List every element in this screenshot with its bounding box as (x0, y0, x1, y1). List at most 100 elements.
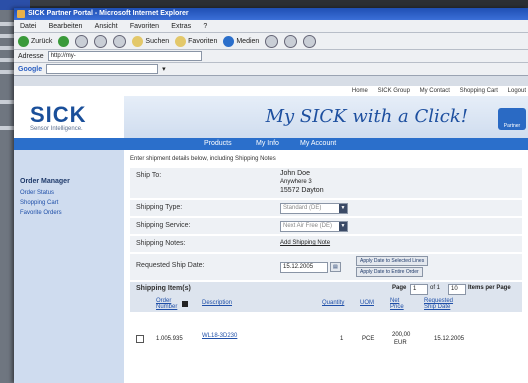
main-navbar: Products My Info My Account (14, 138, 528, 150)
google-search-icon[interactable]: ▾ (162, 65, 166, 73)
shipping-type-label: Shipping Type: (136, 204, 183, 211)
requested-date-label: Requested Ship Date: (136, 262, 205, 269)
chevron-down-icon: ▼ (339, 222, 347, 231)
col-net-price[interactable]: Net Price (390, 298, 408, 310)
sidebar-item-order-status[interactable]: Order Status (20, 190, 54, 196)
logo-area: SICK Sensor Intelligence. (14, 86, 124, 138)
window-title: SICK Partner Portal - Microsoft Internet… (28, 10, 189, 17)
search-icon (132, 35, 144, 47)
col-uom[interactable]: UOM (360, 300, 374, 306)
calendar-button[interactable]: ▤ (330, 262, 341, 272)
browser-window: SICK Partner Portal - Microsoft Internet… (14, 8, 528, 383)
star-icon (175, 35, 187, 47)
menu-item-datei[interactable]: Datei (20, 23, 36, 30)
toplink-sick-group[interactable]: SICK Group (378, 88, 410, 94)
sidebar: Order Manager Order Status Shopping Cart… (14, 150, 124, 383)
shipping-notes-row: Shipping Notes: Add Shipping Note (130, 236, 522, 253)
apply-date-selected-button[interactable]: Apply Date to Selected Lines (356, 256, 429, 266)
banner-slogan: My SICK with a Click! (265, 106, 468, 127)
col-order-number[interactable]: Order Number (156, 298, 180, 310)
checkbox-icon[interactable] (182, 301, 188, 307)
row-currency: EUR (394, 340, 407, 346)
partner-portal-icon: Partner Portal (498, 108, 526, 165)
sidebar-item-favorite-orders[interactable]: Favorite Orders (20, 210, 62, 216)
menu-bar: Datei Bearbeiten Ansicht Favoriten Extra… (14, 20, 528, 33)
ship-to-city: 15572 Dayton (280, 187, 324, 194)
sidebar-item-shopping-cart[interactable]: Shopping Cart (20, 200, 58, 206)
refresh-icon[interactable] (94, 34, 108, 48)
browser-toolbar: Zurück Suchen Favoriten Medien (14, 33, 528, 50)
toplink-my-contact[interactable]: My Contact (420, 88, 450, 94)
search-button[interactable]: Suchen (132, 35, 169, 47)
apply-date-all-button[interactable]: Apply Date to Entire Order (356, 267, 423, 277)
requested-date-input[interactable]: 15.12.2005 (280, 262, 328, 273)
nav-my-account[interactable]: My Account (300, 138, 336, 150)
google-search-input[interactable] (46, 64, 159, 74)
print-icon[interactable] (303, 34, 317, 48)
row-part-number: 1.005.935 (156, 336, 183, 342)
items-per-page-select[interactable]: 10 (448, 284, 466, 295)
address-label: Adresse (18, 52, 44, 60)
banner: My SICK with a Click! Partner Portal (124, 96, 528, 165)
home-icon[interactable] (113, 34, 127, 48)
media-icon (223, 35, 235, 47)
table-row: 1.005.935 WL18-3D230 1 PCE 200,00 EUR 15… (130, 332, 522, 348)
shipping-items-label: Shipping Item(s) (136, 285, 191, 292)
menu-item-extras[interactable]: Extras (171, 23, 191, 30)
sidebar-heading: Order Manager (20, 178, 70, 185)
favorites-button[interactable]: Favoriten (175, 35, 217, 47)
media-button[interactable]: Medien (223, 35, 259, 47)
row-uom: PCE (362, 336, 375, 342)
shipping-form: Enter shipment details below, including … (124, 150, 528, 383)
shipping-notes-label: Shipping Notes: (136, 240, 186, 247)
row-checkbox[interactable] (136, 335, 144, 343)
toplink-shopping-cart[interactable]: Shopping Cart (460, 88, 498, 94)
toplink-logout[interactable]: Logout (508, 88, 526, 94)
toplink-home[interactable]: Home (352, 88, 368, 94)
back-button[interactable]: Zurück (18, 35, 52, 47)
nav-products[interactable]: Products (204, 138, 232, 150)
window-titlebar: SICK Partner Portal - Microsoft Internet… (14, 8, 528, 20)
address-bar: Adresse http://my-sick.sick.de/shop/part… (14, 50, 528, 63)
shipping-service-row: Shipping Service: Next Air Free (DE) ▼ (130, 218, 522, 235)
items-table-header: Order Number Description Quantity UOM Ne… (130, 296, 522, 312)
menu-item-favoriten[interactable]: Favoriten (130, 23, 159, 30)
address-input[interactable]: http://my-sick.sick.de/shop/partnerporta… (47, 51, 202, 61)
mail-icon[interactable] (284, 34, 298, 48)
forward-arrow-icon[interactable] (58, 35, 70, 47)
ship-to-street: Anywhere 3 (280, 179, 312, 185)
shipping-service-label: Shipping Service: (136, 222, 191, 229)
requested-date-row: Requested Ship Date: 15.12.2005 ▤ Apply … (130, 254, 522, 281)
chevron-down-icon: ▼ (339, 204, 347, 213)
sick-tagline: Sensor Intelligence. (30, 126, 83, 132)
add-shipping-note-link[interactable]: Add Shipping Note (280, 240, 330, 246)
shipping-type-row: Shipping Type: Standard (DE) ▼ (130, 200, 522, 217)
page-of-label: of 1 (430, 285, 441, 291)
taskbar-tab[interactable] (30, 0, 70, 6)
ship-to-label: Ship To: (136, 172, 162, 179)
ie-icon (17, 10, 25, 18)
row-quantity: 1 (340, 336, 344, 342)
shipping-service-select[interactable]: Next Air Free (DE) ▼ (280, 221, 348, 232)
nav-my-info[interactable]: My Info (256, 138, 279, 150)
items-header-row: Shipping Item(s) Page 1 of 1 10 Items pe… (130, 282, 522, 297)
col-requested-ship-date[interactable]: Requested Ship Date (424, 298, 464, 310)
google-logo: Google (18, 65, 43, 73)
top-links: Home SICK Group My Contact Shopping Cart… (124, 86, 528, 96)
menu-item-help[interactable]: ? (203, 23, 207, 30)
menu-item-ansicht[interactable]: Ansicht (95, 23, 118, 30)
sick-logo[interactable]: SICK (30, 102, 87, 128)
ship-to-name: John Doe (280, 170, 310, 177)
row-ship-date: 15.12.2005 (434, 336, 465, 342)
history-icon[interactable] (265, 34, 279, 48)
stop-icon[interactable] (75, 34, 89, 48)
items-per-page-label: Items per Page (468, 285, 511, 291)
menu-item-bearbeiten[interactable]: Bearbeiten (49, 23, 83, 30)
shipping-type-select[interactable]: Standard (DE) ▼ (280, 203, 348, 214)
col-description[interactable]: Description (202, 300, 232, 306)
page-content: SICK Sensor Intelligence. Home SICK Grou… (14, 86, 528, 383)
page-select[interactable]: 1 (410, 284, 428, 295)
row-description[interactable]: WL18-3D230 (202, 333, 237, 339)
col-quantity[interactable]: Quantity (322, 300, 344, 306)
page-label: Page (392, 285, 407, 291)
